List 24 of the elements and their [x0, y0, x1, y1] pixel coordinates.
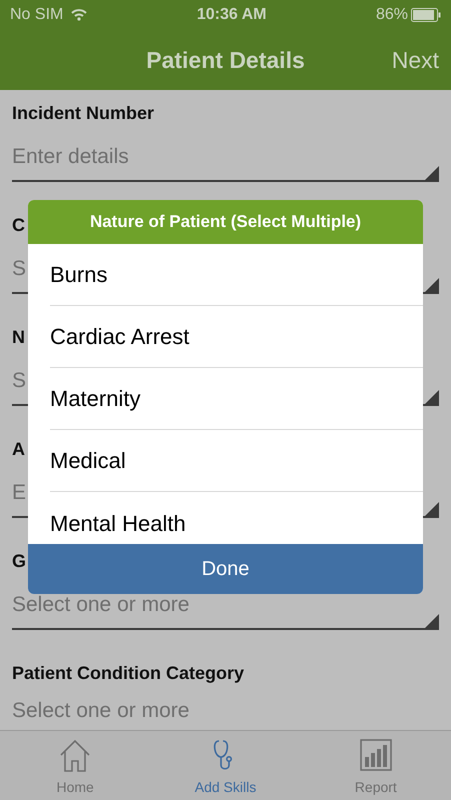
field-label: N [12, 327, 25, 347]
dropdown-corner-icon [425, 166, 439, 180]
report-icon [358, 737, 394, 773]
option-item[interactable]: Medical [50, 444, 126, 477]
screen-title: Patient Details [146, 46, 305, 75]
input-field[interactable]: Enter details [12, 133, 439, 182]
option-item[interactable]: Maternity [50, 382, 140, 415]
option-item[interactable]: Cardiac Arrest [50, 320, 190, 353]
field-label: G [12, 551, 26, 571]
input-field[interactable]: Select one or more [12, 693, 439, 729]
field-label: A [12, 439, 25, 459]
dialog-title: Nature of Patient (Select Multiple) [28, 200, 423, 244]
field-label: Patient Condition Category [12, 663, 244, 683]
option-item[interactable]: Mental Health [50, 506, 186, 540]
option-item[interactable]: Burns [50, 258, 108, 291]
carrier-text: No SIM [10, 5, 64, 25]
wifi-icon [71, 9, 88, 21]
battery-text: 86% [376, 5, 408, 25]
clock-text: 10:36 AM [196, 5, 266, 25]
done-button[interactable]: Done [28, 544, 423, 594]
battery-icon [411, 8, 441, 22]
dropdown-corner-icon [425, 614, 439, 628]
field-label: C [12, 215, 25, 235]
field-label: Incident Number [12, 103, 154, 123]
